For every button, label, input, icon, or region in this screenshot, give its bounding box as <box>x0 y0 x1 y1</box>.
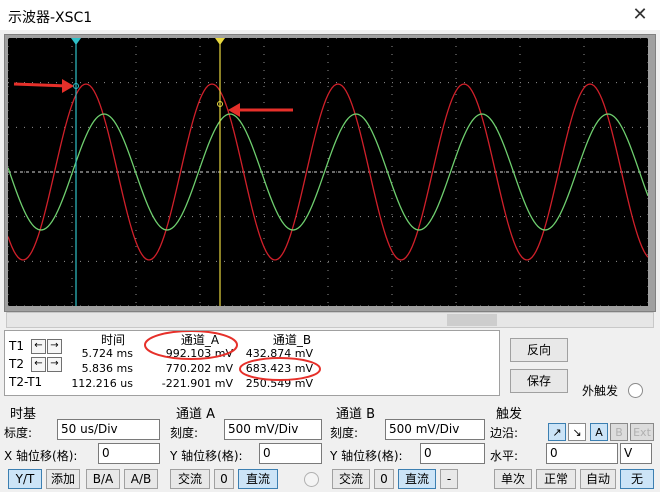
channel-b-ac-button[interactable]: 交流 <box>332 469 370 489</box>
channel-a-scale-field[interactable]: 500 mV/Div <box>224 419 322 440</box>
timebase-scale-field[interactable]: 50 us/Div <box>57 419 160 440</box>
channel-a-title: 通道 A <box>176 407 216 422</box>
trigger-source-a-button[interactable]: A <box>590 423 608 441</box>
edge-falling-icon[interactable]: ↘ <box>568 423 586 441</box>
annotation-arrows <box>13 79 293 117</box>
channel-a-dc-button[interactable]: 直流 <box>238 469 278 489</box>
mode-yt-button[interactable]: Y/T <box>8 469 42 489</box>
close-icon[interactable]: ✕ <box>628 3 652 27</box>
channel-b-dc-button[interactable]: 直流 <box>398 469 436 489</box>
channel-a-ac-button[interactable]: 交流 <box>170 469 210 489</box>
channel-b-scale-label: 刻度: <box>330 426 359 440</box>
channel-b-scale-field[interactable]: 500 mV/Div <box>385 419 485 440</box>
measurement-panel: T1 T2 T2-T1 ← → ← → 时间 通道_A 通道_B 5.724 m… <box>4 330 500 396</box>
mode-ab-button[interactable]: A/B <box>124 469 158 489</box>
annotation-arrow-1 <box>13 82 69 88</box>
annotation-ellipse-channel-a <box>144 331 238 360</box>
trigger-source-b-button[interactable]: B <box>610 423 628 441</box>
scope-display[interactable] <box>8 38 648 306</box>
cursor-t1-handle <box>71 38 81 45</box>
trigger-level-label: 水平: <box>490 449 519 463</box>
trigger-normal-button[interactable]: 正常 <box>536 469 576 489</box>
trigger-none-button[interactable]: 无 <box>620 469 654 489</box>
channel-b-zero-button[interactable]: 0 <box>374 469 394 489</box>
timebase-title: 时基 <box>10 407 37 422</box>
cursor-t2-handle <box>215 38 225 45</box>
trigger-level-unit[interactable]: V <box>620 443 652 464</box>
ext-trigger-label: 外触发 <box>582 384 619 398</box>
scope-grid <box>8 38 648 306</box>
mode-ba-button[interactable]: B/A <box>86 469 120 489</box>
channel-a-option-radio[interactable] <box>304 472 319 487</box>
mode-add-button[interactable]: 添加 <box>46 469 80 489</box>
title-bar: 示波器-XSC1 ✕ <box>0 0 660 30</box>
channel-a-scale-label: 刻度: <box>170 426 199 440</box>
horizontal-scrollbar[interactable] <box>6 312 654 328</box>
trigger-title: 触发 <box>496 407 523 422</box>
channel-a-ypos-field[interactable]: 0 <box>259 443 322 464</box>
save-button[interactable]: 保存 <box>510 369 568 393</box>
ext-trigger-radio[interactable] <box>628 383 643 398</box>
annotation-ellipses <box>144 331 321 381</box>
reverse-button[interactable]: 反向 <box>510 338 568 362</box>
timebase-xpos-field[interactable]: 0 <box>98 443 160 464</box>
trigger-source-ext-button[interactable]: Ext <box>630 423 654 441</box>
annotation-ellipse-channel-b <box>239 357 321 381</box>
channel-b-ypos-field[interactable]: 0 <box>420 443 485 464</box>
timebase-scale-label: 标度: <box>4 426 33 440</box>
scrollbar-thumb[interactable] <box>447 314 497 326</box>
channel-b-title: 通道 B <box>336 407 376 422</box>
trigger-single-button[interactable]: 单次 <box>494 469 532 489</box>
timebase-xpos-label: X 轴位移(格): <box>4 449 78 463</box>
channel-a-zero-button[interactable]: 0 <box>214 469 234 489</box>
annotation-arrowhead-1 <box>62 79 74 93</box>
edge-rising-icon[interactable]: ↗ <box>548 423 566 441</box>
channel-a-ypos-label: Y 轴位移(格): <box>170 449 243 463</box>
trigger-auto-button[interactable]: 自动 <box>580 469 616 489</box>
channel-b-ypos-label: Y 轴位移(格): <box>330 449 403 463</box>
window-title: 示波器-XSC1 <box>8 10 93 26</box>
channel-b-invert-button[interactable]: - <box>440 469 458 489</box>
trigger-edge-label: 边沿: <box>490 426 519 440</box>
trigger-level-field[interactable]: 0 <box>546 443 618 464</box>
